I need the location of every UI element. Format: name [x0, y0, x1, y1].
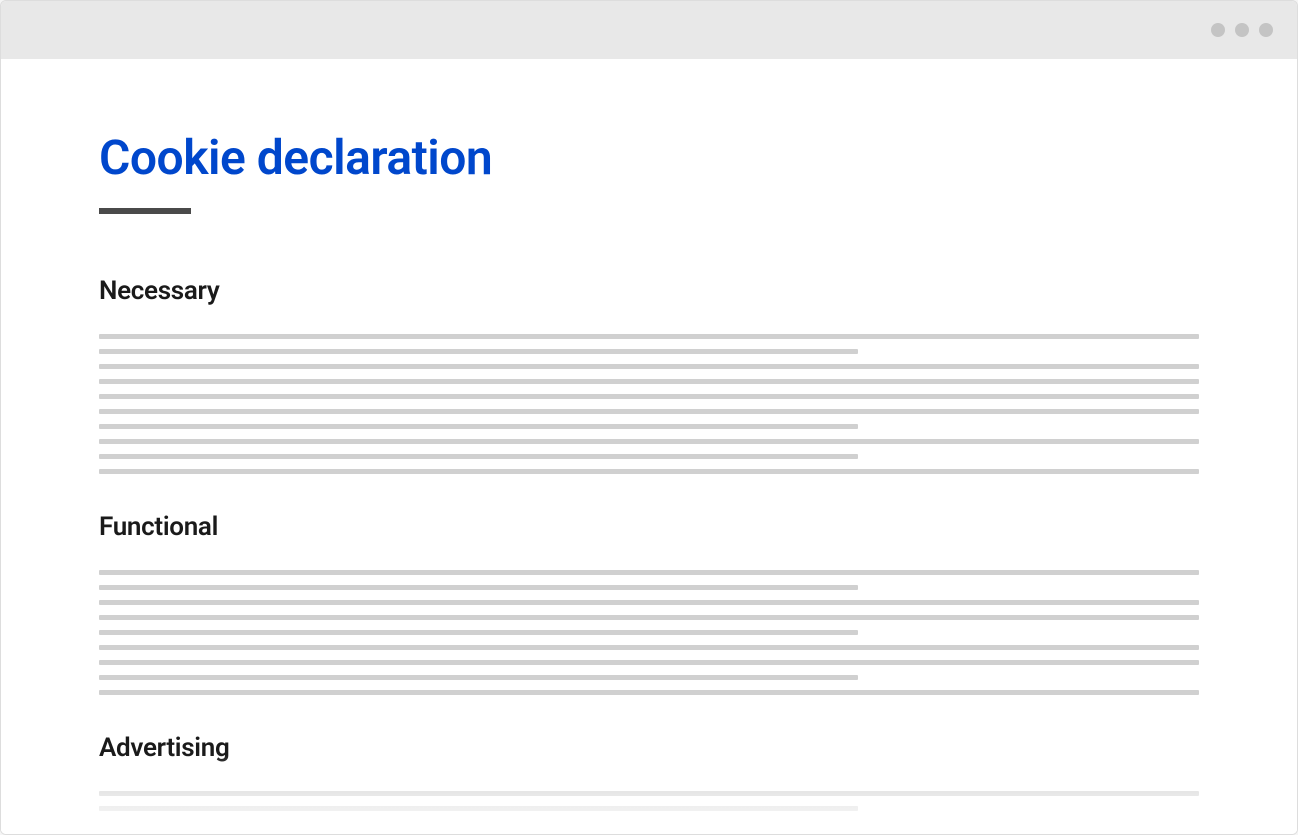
window-control-close-icon[interactable] [1259, 23, 1273, 37]
section-heading-necessary: Necessary [99, 276, 1199, 306]
placeholder-line [99, 645, 1199, 650]
section-heading-functional: Functional [99, 512, 1199, 542]
title-underline [99, 208, 191, 214]
placeholder-line [99, 690, 1199, 695]
placeholder-line [99, 364, 1199, 369]
section-functional: Functional [99, 512, 1199, 695]
section-necessary: Necessary [99, 276, 1199, 474]
placeholder-line [99, 424, 858, 429]
placeholder-line [99, 349, 858, 354]
placeholder-line [99, 615, 1199, 620]
placeholder-line [99, 660, 1199, 665]
placeholder-line [99, 469, 1199, 474]
placeholder-line [99, 394, 1199, 399]
placeholder-line [99, 439, 1199, 444]
placeholder-line [99, 600, 1199, 605]
placeholder-line [99, 334, 1199, 339]
placeholder-line [99, 409, 1199, 414]
placeholder-line [99, 585, 858, 590]
placeholder-line [99, 791, 1199, 796]
placeholder-content [99, 334, 1199, 474]
browser-chrome [1, 1, 1297, 59]
section-heading-advertising: Advertising [99, 733, 1199, 763]
placeholder-line [99, 806, 858, 811]
page-title: Cookie declaration [99, 129, 1199, 186]
placeholder-line [99, 379, 1199, 384]
placeholder-line [99, 570, 1199, 575]
placeholder-line [99, 675, 858, 680]
window-control-maximize-icon[interactable] [1235, 23, 1249, 37]
section-advertising: Advertising [99, 733, 1199, 811]
placeholder-line [99, 630, 858, 635]
placeholder-content [99, 570, 1199, 695]
browser-frame: Cookie declaration Necessary Functional [0, 0, 1298, 835]
placeholder-line [99, 454, 858, 459]
window-control-minimize-icon[interactable] [1211, 23, 1225, 37]
placeholder-content [99, 791, 1199, 811]
browser-content: Cookie declaration Necessary Functional [1, 59, 1297, 834]
